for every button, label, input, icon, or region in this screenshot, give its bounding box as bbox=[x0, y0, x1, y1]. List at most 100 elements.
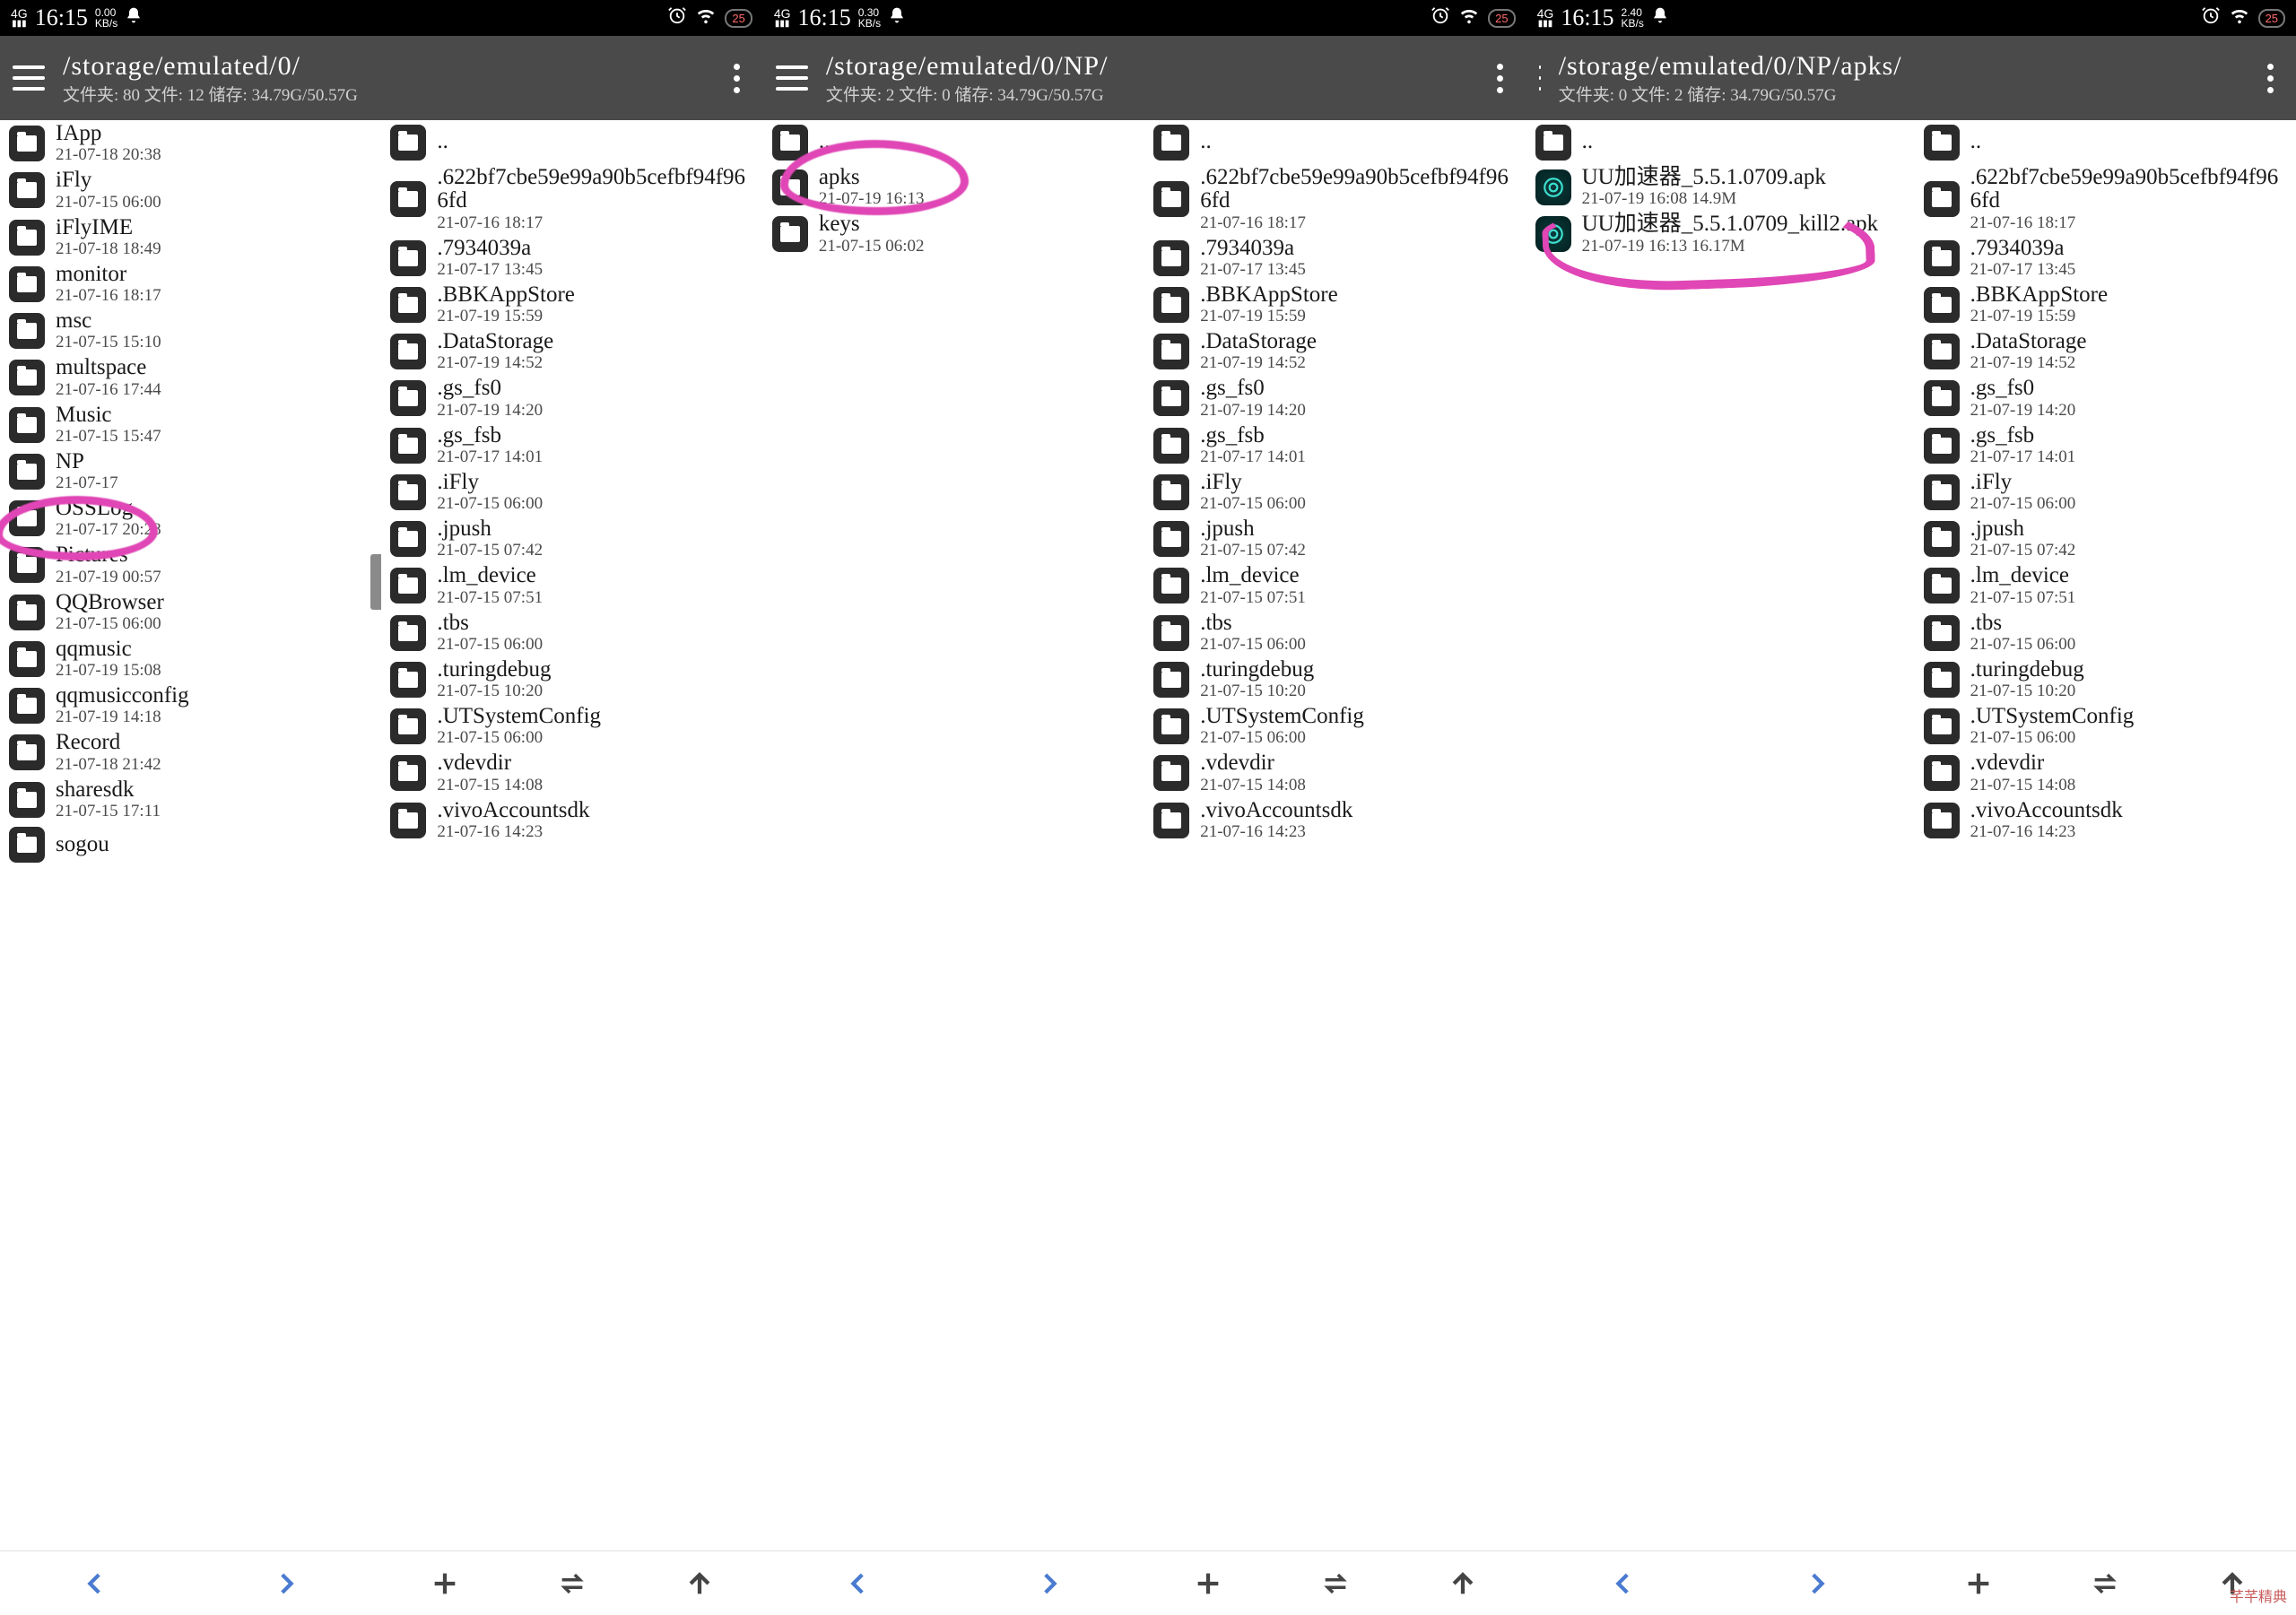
hamburger-menu[interactable] bbox=[776, 65, 808, 91]
up-button[interactable] bbox=[673, 1557, 726, 1611]
swap-button[interactable] bbox=[2078, 1557, 2132, 1611]
file-row[interactable]: .tbs 21-07-15 06:00 bbox=[1144, 610, 1526, 656]
file-row[interactable]: .gs_fs0 21-07-19 14:20 bbox=[381, 375, 762, 421]
file-row[interactable]: keys 21-07-15 06:02 bbox=[763, 211, 1144, 257]
file-list[interactable]: .. UU加速器_5.5.1.0709.apk 21-07-19 16:08 1… bbox=[1526, 120, 1915, 1550]
file-row[interactable]: .UTSystemConfig 21-07-15 06:00 bbox=[1144, 703, 1526, 750]
file-row[interactable]: .. bbox=[1144, 120, 1526, 164]
back-button[interactable] bbox=[1596, 1557, 1650, 1611]
file-row[interactable]: .iFly 21-07-15 06:00 bbox=[381, 469, 762, 516]
file-row[interactable]: .622bf7cbe59e99a90b5cefbf94f966fd 21-07-… bbox=[381, 164, 762, 235]
file-row[interactable]: .jpush 21-07-15 07:42 bbox=[381, 516, 762, 562]
file-row[interactable]: iFlyIME 21-07-18 18:49 bbox=[0, 214, 381, 261]
file-row[interactable]: apks 21-07-19 16:13 bbox=[763, 164, 1144, 211]
file-row[interactable]: .jpush 21-07-15 07:42 bbox=[1915, 516, 2296, 562]
file-row[interactable]: multspace 21-07-16 17:44 bbox=[0, 354, 381, 401]
file-row[interactable]: IApp 21-07-18 20:38 bbox=[0, 120, 381, 167]
file-row[interactable]: QQBrowser 21-07-15 06:00 bbox=[0, 589, 381, 636]
file-row[interactable]: .vivoAccountsdk 21-07-16 14:23 bbox=[1144, 797, 1526, 844]
file-row[interactable]: .tbs 21-07-15 06:00 bbox=[1915, 610, 2296, 656]
file-row[interactable]: .vivoAccountsdk 21-07-16 14:23 bbox=[1915, 797, 2296, 844]
file-row[interactable]: qqmusicconfig 21-07-19 14:18 bbox=[0, 682, 381, 729]
forward-button[interactable] bbox=[1790, 1557, 1844, 1611]
file-row[interactable]: .vdevdir 21-07-15 14:08 bbox=[1144, 750, 1526, 796]
file-row[interactable]: .gs_fs0 21-07-19 14:20 bbox=[1144, 375, 1526, 421]
file-list[interactable]: .. .622bf7cbe59e99a90b5cefbf94f966fd 21-… bbox=[1144, 120, 1526, 1550]
add-button[interactable] bbox=[1181, 1557, 1235, 1611]
add-button[interactable] bbox=[418, 1557, 472, 1611]
file-row[interactable]: .vivoAccountsdk 21-07-16 14:23 bbox=[381, 797, 762, 844]
file-meta: 21-07-16 18:17 bbox=[437, 213, 753, 233]
file-row[interactable]: .BBKAppStore 21-07-19 15:59 bbox=[381, 282, 762, 328]
forward-button[interactable] bbox=[1022, 1557, 1076, 1611]
path-breadcrumb[interactable]: /storage/emulated/0/NP/apks/ bbox=[1559, 51, 1902, 82]
file-row[interactable]: .7934039a 21-07-17 13:45 bbox=[381, 235, 762, 282]
file-row[interactable]: .DataStorage 21-07-19 14:52 bbox=[381, 328, 762, 375]
file-row[interactable]: .DataStorage 21-07-19 14:52 bbox=[1144, 328, 1526, 375]
forward-button[interactable] bbox=[259, 1557, 313, 1611]
swap-button[interactable] bbox=[545, 1557, 599, 1611]
file-row[interactable]: NP 21-07-17 bbox=[0, 448, 381, 495]
file-row[interactable]: .. bbox=[381, 120, 762, 164]
file-row[interactable]: qqmusic 21-07-19 15:08 bbox=[0, 636, 381, 682]
path-breadcrumb[interactable]: /storage/emulated/0/ bbox=[63, 51, 369, 82]
file-row[interactable]: .vdevdir 21-07-15 14:08 bbox=[1915, 750, 2296, 796]
back-button[interactable] bbox=[831, 1557, 885, 1611]
file-row[interactable]: .gs_fs0 21-07-19 14:20 bbox=[1915, 375, 2296, 421]
file-row[interactable]: .622bf7cbe59e99a90b5cefbf94f966fd 21-07-… bbox=[1144, 164, 1526, 235]
file-row[interactable]: UU加速器_5.5.1.0709_kill2.apk 21-07-19 16:1… bbox=[1526, 211, 1915, 257]
file-row[interactable]: .7934039a 21-07-17 13:45 bbox=[1915, 235, 2296, 282]
add-button[interactable] bbox=[1952, 1557, 2005, 1611]
file-row[interactable]: .lm_device 21-07-15 07:51 bbox=[381, 562, 762, 609]
file-row[interactable]: Music 21-07-15 15:47 bbox=[0, 402, 381, 448]
up-button[interactable] bbox=[1436, 1557, 1490, 1611]
file-row[interactable]: .vdevdir 21-07-15 14:08 bbox=[381, 750, 762, 796]
file-row[interactable]: .. bbox=[1526, 120, 1915, 164]
wifi-icon bbox=[696, 5, 716, 30]
file-row[interactable]: UU加速器_5.5.1.0709.apk 21-07-19 16:08 14.9… bbox=[1526, 164, 1915, 211]
file-row[interactable]: .lm_device 21-07-15 07:51 bbox=[1915, 562, 2296, 609]
overflow-menu[interactable] bbox=[1487, 60, 1514, 97]
file-row[interactable]: .7934039a 21-07-17 13:45 bbox=[1144, 235, 1526, 282]
file-row[interactable]: .DataStorage 21-07-19 14:52 bbox=[1915, 328, 2296, 375]
file-list[interactable]: .. .622bf7cbe59e99a90b5cefbf94f966fd 21-… bbox=[381, 120, 762, 1550]
file-row[interactable]: .iFly 21-07-15 06:00 bbox=[1915, 469, 2296, 516]
file-row[interactable]: .iFly 21-07-15 06:00 bbox=[1144, 469, 1526, 516]
file-row[interactable]: iFly 21-07-15 06:00 bbox=[0, 167, 381, 213]
file-row[interactable]: .jpush 21-07-15 07:42 bbox=[1144, 516, 1526, 562]
file-row[interactable]: .lm_device 21-07-15 07:51 bbox=[1144, 562, 1526, 609]
file-row[interactable]: .. bbox=[1915, 120, 2296, 164]
file-row[interactable]: .BBKAppStore 21-07-19 15:59 bbox=[1915, 282, 2296, 328]
file-row[interactable]: monitor 21-07-16 18:17 bbox=[0, 261, 381, 308]
file-list[interactable]: .. apks 21-07-19 16:13 keys 21-07-15 06:… bbox=[763, 120, 1144, 1550]
file-row[interactable]: msc 21-07-15 15:10 bbox=[0, 308, 381, 354]
file-row[interactable]: .turingdebug 21-07-15 10:20 bbox=[1915, 656, 2296, 703]
file-row[interactable]: OSSLog 21-07-17 20:28 bbox=[0, 495, 381, 542]
file-row[interactable]: .622bf7cbe59e99a90b5cefbf94f966fd 21-07-… bbox=[1915, 164, 2296, 235]
file-row[interactable]: sogou bbox=[0, 823, 381, 867]
scrollbar-thumb[interactable] bbox=[370, 554, 381, 610]
file-row[interactable]: .tbs 21-07-15 06:00 bbox=[381, 610, 762, 656]
file-row[interactable]: .UTSystemConfig 21-07-15 06:00 bbox=[381, 703, 762, 750]
swap-button[interactable] bbox=[1309, 1557, 1362, 1611]
file-row[interactable]: .gs_fsb 21-07-17 14:01 bbox=[381, 422, 762, 469]
file-row[interactable]: .gs_fsb 21-07-17 14:01 bbox=[1915, 422, 2296, 469]
file-row[interactable]: Record 21-07-18 21:42 bbox=[0, 729, 381, 776]
file-row[interactable]: sharesdk 21-07-15 17:11 bbox=[0, 777, 381, 823]
file-name: .tbs bbox=[1200, 612, 1517, 635]
file-row[interactable]: Pictures 21-07-19 00:57 bbox=[0, 542, 381, 588]
overflow-menu[interactable] bbox=[2257, 60, 2283, 97]
path-breadcrumb[interactable]: /storage/emulated/0/NP/ bbox=[826, 51, 1132, 82]
file-list[interactable]: IApp 21-07-18 20:38 iFly 21-07-15 06:00 … bbox=[0, 120, 381, 1550]
hamburger-menu[interactable] bbox=[13, 65, 45, 91]
file-row[interactable]: .turingdebug 21-07-15 10:20 bbox=[1144, 656, 1526, 703]
file-row[interactable]: .gs_fsb 21-07-17 14:01 bbox=[1144, 422, 1526, 469]
file-list[interactable]: .. .622bf7cbe59e99a90b5cefbf94f966fd 21-… bbox=[1915, 120, 2296, 1550]
file-row[interactable]: .. bbox=[763, 120, 1144, 164]
back-button[interactable] bbox=[68, 1557, 122, 1611]
hamburger-menu[interactable] bbox=[1539, 65, 1541, 91]
file-row[interactable]: .turingdebug 21-07-15 10:20 bbox=[381, 656, 762, 703]
file-row[interactable]: .BBKAppStore 21-07-19 15:59 bbox=[1144, 282, 1526, 328]
file-row[interactable]: .UTSystemConfig 21-07-15 06:00 bbox=[1915, 703, 2296, 750]
overflow-menu[interactable] bbox=[724, 60, 751, 97]
